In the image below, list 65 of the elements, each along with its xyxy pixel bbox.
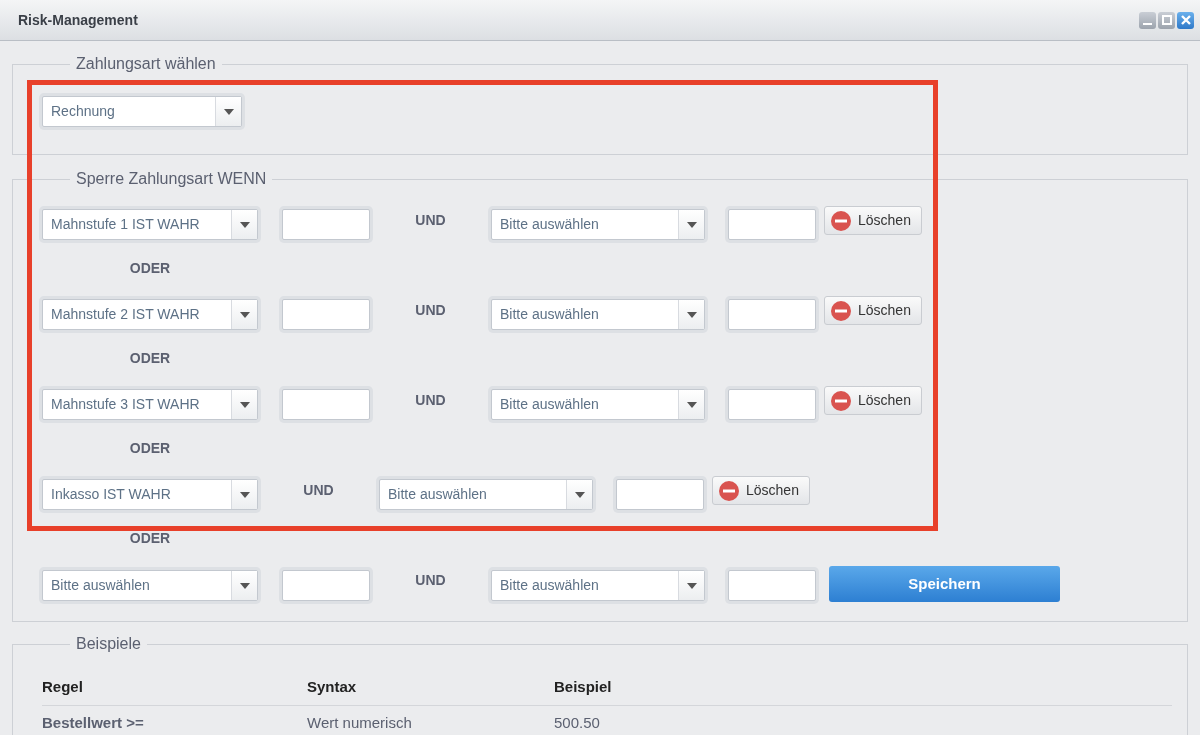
- input-field[interactable]: [282, 299, 370, 330]
- caret-icon: [239, 221, 250, 228]
- section-legend: Beispiele: [70, 636, 147, 652]
- dropdown[interactable]: Mahnstufe 1 IST WAHR: [42, 209, 258, 240]
- window-title: Risk-Management: [18, 10, 138, 30]
- table-cell: 500.50: [554, 705, 1172, 735]
- caret-icon: [574, 491, 585, 498]
- delete-button[interactable]: Löschen: [712, 476, 810, 505]
- close-icon: [1180, 15, 1191, 25]
- dropdown[interactable]: Bitte auswählen: [379, 479, 593, 510]
- maximize-button[interactable]: [1158, 11, 1175, 29]
- column-header: Beispiel: [554, 670, 1172, 705]
- minimize-icon: [1143, 22, 1152, 25]
- minus-circle-icon: [830, 299, 852, 322]
- save-button[interactable]: Speichern: [829, 566, 1060, 602]
- column-header: Syntax: [307, 670, 554, 705]
- operator-label: ODER: [128, 349, 172, 368]
- caret-icon: [239, 401, 250, 408]
- maximize-icon: [1161, 15, 1172, 25]
- delete-button[interactable]: Löschen: [824, 206, 922, 235]
- caret-icon: [686, 401, 697, 408]
- section-legend: Sperre Zahlungsart WENN: [70, 171, 273, 187]
- dropdown[interactable]: Mahnstufe 3 IST WAHR: [42, 389, 258, 420]
- caret-icon: [686, 311, 697, 318]
- operator-label: UND: [414, 391, 447, 410]
- close-button[interactable]: [1177, 11, 1194, 29]
- table-cell: Wert numerisch: [307, 705, 554, 735]
- operator-label: UND: [414, 571, 447, 590]
- minus-circle-icon: [830, 389, 852, 412]
- operator-label: ODER: [128, 259, 172, 278]
- column-header: Regel: [42, 670, 307, 705]
- operator-label: UND: [414, 211, 447, 230]
- input-field[interactable]: [282, 570, 370, 601]
- dropdown[interactable]: Bitte auswählen: [491, 570, 705, 601]
- table-cell: Bestellwert >=: [42, 705, 307, 735]
- caret-icon: [239, 491, 250, 498]
- input-field[interactable]: [728, 299, 816, 330]
- delete-button[interactable]: Löschen: [824, 296, 922, 325]
- caret-icon: [239, 582, 250, 589]
- dropdown[interactable]: Bitte auswählen: [491, 209, 705, 240]
- input-field[interactable]: [282, 389, 370, 420]
- input-field[interactable]: [282, 209, 370, 240]
- caret-icon: [223, 108, 234, 115]
- minus-circle-icon: [718, 479, 740, 502]
- caret-icon: [686, 582, 697, 589]
- operator-label: ODER: [128, 529, 172, 548]
- dropdown[interactable]: Inkasso IST WAHR: [42, 479, 258, 510]
- operator-label: UND: [414, 301, 447, 320]
- input-field[interactable]: [728, 209, 816, 240]
- minimize-button[interactable]: [1139, 11, 1156, 29]
- dropdown[interactable]: Bitte auswählen: [42, 570, 258, 601]
- section-legend: Zahlungsart wählen: [70, 56, 222, 72]
- dropdown[interactable]: Bitte auswählen: [491, 389, 705, 420]
- operator-label: ODER: [128, 439, 172, 458]
- input-field[interactable]: [728, 570, 816, 601]
- operator-label: UND: [302, 481, 335, 500]
- caret-icon: [239, 311, 250, 318]
- input-field[interactable]: [616, 479, 704, 510]
- caret-icon: [686, 221, 697, 228]
- dropdown[interactable]: Bitte auswählen: [491, 299, 705, 330]
- dropdown[interactable]: Rechnung: [42, 96, 242, 127]
- minus-circle-icon: [830, 209, 852, 232]
- delete-button[interactable]: Löschen: [824, 386, 922, 415]
- dropdown[interactable]: Mahnstufe 2 IST WAHR: [42, 299, 258, 330]
- input-field[interactable]: [728, 389, 816, 420]
